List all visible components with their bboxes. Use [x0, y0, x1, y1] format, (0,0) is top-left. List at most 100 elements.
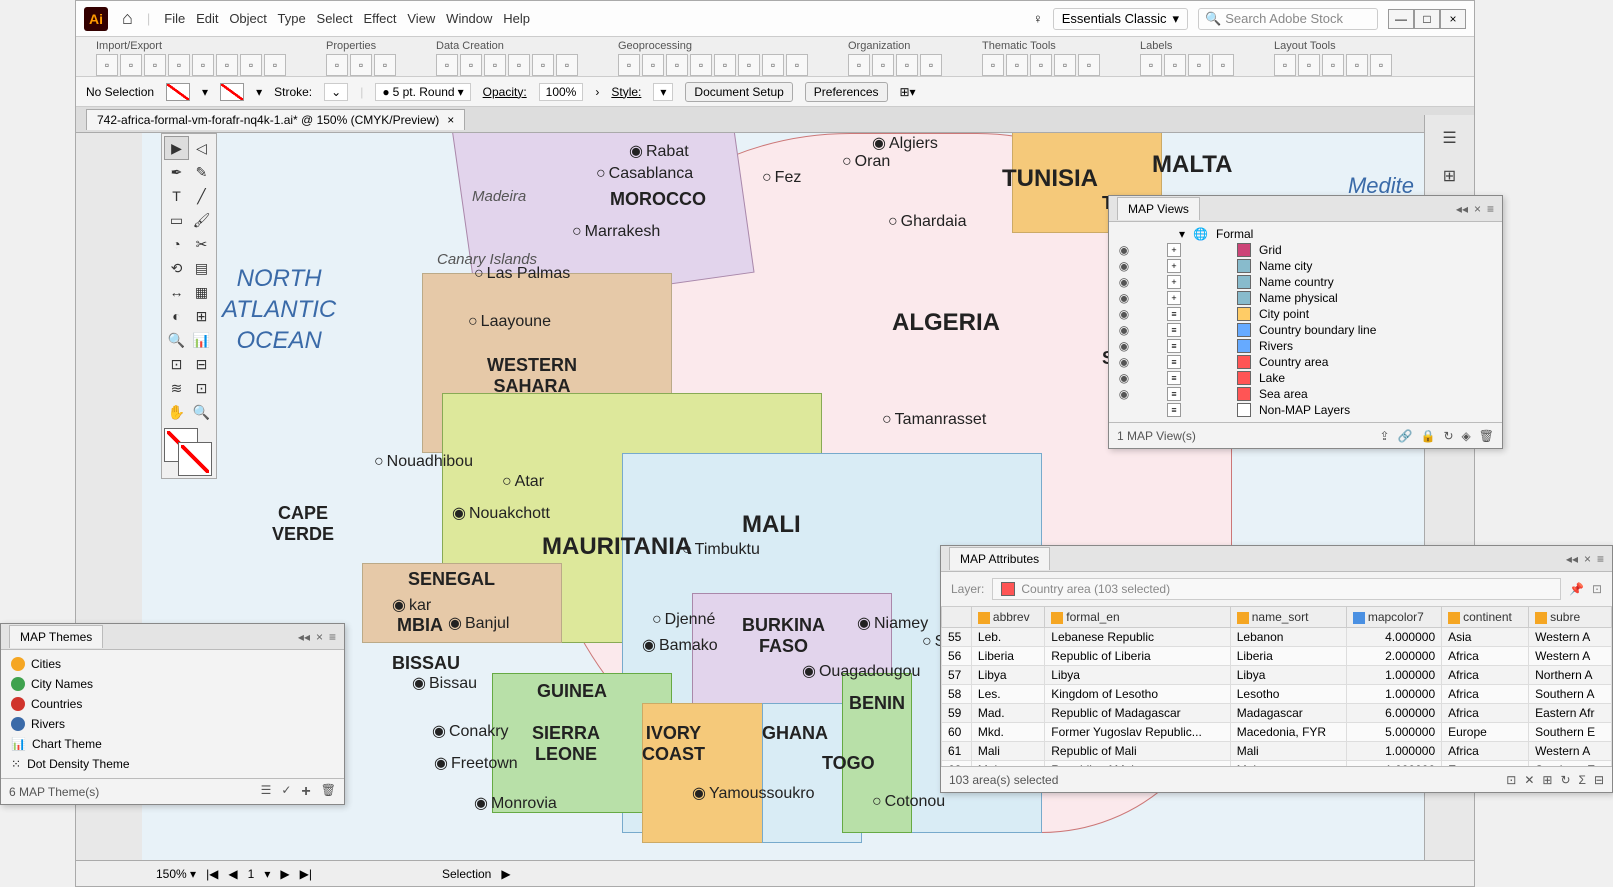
column-header[interactable]: [942, 607, 972, 628]
view-root[interactable]: ▾🌐Formal: [1109, 226, 1502, 242]
expand-icon[interactable]: ≡: [1167, 355, 1181, 369]
toolbar-button[interactable]: ▫: [240, 54, 262, 76]
tool-button[interactable]: ⊞: [189, 304, 214, 328]
panel-tab[interactable]: MAP Views: [1117, 197, 1200, 220]
layer-row[interactable]: ◉≡Lake: [1109, 370, 1502, 386]
workspace-switcher[interactable]: Essentials Classic▾: [1053, 8, 1188, 30]
panel-tab[interactable]: MAP Attributes: [949, 547, 1050, 570]
visibility-icon[interactable]: ◉: [1117, 387, 1131, 401]
tool-icon[interactable]: ⊡: [1506, 773, 1516, 787]
bulb-icon[interactable]: ♀: [1033, 11, 1043, 26]
align-icon[interactable]: ⊞▾: [900, 85, 916, 99]
tool-icon[interactable]: ⊞: [1542, 773, 1552, 787]
tool-button[interactable]: ╱: [189, 184, 214, 208]
expand-icon[interactable]: +: [1167, 291, 1181, 305]
column-header[interactable]: name_sort: [1230, 607, 1346, 628]
table-row[interactable]: 55Leb.Lebanese RepublicLebanon4.000000As…: [942, 628, 1612, 647]
toolbar-button[interactable]: ▫: [216, 54, 238, 76]
nav-first-icon[interactable]: |◀: [206, 867, 218, 881]
toolbar-button[interactable]: ▫: [1140, 54, 1162, 76]
toolbar-button[interactable]: ▫: [1188, 54, 1210, 76]
tool-button[interactable]: ⊟: [189, 352, 214, 376]
table-row[interactable]: 58Les.Kingdom of LesothoLesotho1.000000A…: [942, 685, 1612, 704]
document-tab[interactable]: 742-africa-formal-vm-forafr-nq4k-1.ai* @…: [86, 109, 465, 130]
toolbar-button[interactable]: ▫: [192, 54, 214, 76]
document-setup-button[interactable]: Document Setup: [685, 82, 792, 102]
theme-row[interactable]: City Names: [1, 674, 344, 694]
layer-row[interactable]: ◉+Name city: [1109, 258, 1502, 274]
toolbar-button[interactable]: ▫: [1274, 54, 1296, 76]
toolbar-button[interactable]: ▫: [762, 54, 784, 76]
toolbar-button[interactable]: ▫: [1322, 54, 1344, 76]
new-icon[interactable]: ◈: [1462, 429, 1471, 443]
expand-icon[interactable]: +: [1167, 275, 1181, 289]
visibility-icon[interactable]: ◉: [1117, 323, 1131, 337]
layers-panel-icon[interactable]: ☰: [1437, 125, 1463, 151]
tool-button[interactable]: ▦: [189, 280, 214, 304]
trash-icon[interactable]: 🗑: [1479, 429, 1494, 443]
tool-button[interactable]: 🔍: [189, 400, 214, 424]
tool-button[interactable]: 📊: [189, 328, 214, 352]
tool-button[interactable]: ↔: [164, 280, 189, 304]
tool-button[interactable]: ✋: [164, 400, 189, 424]
expand-icon[interactable]: +: [1167, 259, 1181, 273]
expand-icon[interactable]: ≡: [1167, 387, 1181, 401]
tool-icon[interactable]: Σ: [1579, 773, 1586, 787]
layer-row[interactable]: ◉+Grid: [1109, 242, 1502, 258]
toolbar-button[interactable]: ▫: [1346, 54, 1368, 76]
column-header[interactable]: abbrev: [971, 607, 1044, 628]
attributes-table[interactable]: abbrevformal_enname_sortmapcolor7contine…: [941, 606, 1612, 766]
toolbar-button[interactable]: ▫: [714, 54, 736, 76]
menu-icon[interactable]: ≡: [1597, 552, 1604, 566]
toolbar-button[interactable]: ▫: [484, 54, 506, 76]
chevron-down-icon[interactable]: ▾: [202, 85, 208, 99]
menu-select[interactable]: Select: [317, 11, 353, 26]
fill-swatch[interactable]: [166, 83, 190, 101]
theme-row[interactable]: ⁙Dot Density Theme: [1, 754, 344, 774]
theme-row[interactable]: Cities: [1, 654, 344, 674]
menu-effect[interactable]: Effect: [364, 11, 397, 26]
toolbar-button[interactable]: ▫: [848, 54, 870, 76]
close-icon[interactable]: ×: [1474, 202, 1481, 216]
toolbar-button[interactable]: ▫: [666, 54, 688, 76]
layer-row[interactable]: ≡Non-MAP Layers: [1109, 402, 1502, 418]
menu-type[interactable]: Type: [278, 11, 306, 26]
toolbar-button[interactable]: ▫: [618, 54, 640, 76]
toolbar-button[interactable]: ▫: [642, 54, 664, 76]
layer-row[interactable]: ◉≡Country area: [1109, 354, 1502, 370]
tool-button[interactable]: ⊡: [189, 376, 214, 400]
table-row[interactable]: 57LibyaLibyaLibya1.000000AfricaNorthern …: [942, 666, 1612, 685]
table-row[interactable]: 56LiberiaRepublic of LiberiaLiberia2.000…: [942, 647, 1612, 666]
tool-button[interactable]: ✎: [189, 160, 214, 184]
expand-icon[interactable]: ≡: [1167, 307, 1181, 321]
toolbar-button[interactable]: ▫: [374, 54, 396, 76]
collapse-icon[interactable]: ◂◂: [298, 630, 310, 644]
toolbar-button[interactable]: ▫: [144, 54, 166, 76]
toolbar-button[interactable]: ▫: [350, 54, 372, 76]
table-row[interactable]: 61MaliRepublic of MaliMali1.000000Africa…: [942, 742, 1612, 761]
toolbar-button[interactable]: ▫: [786, 54, 808, 76]
visibility-icon[interactable]: ◉: [1117, 371, 1131, 385]
table-row[interactable]: 59Mad.Republic of MadagascarMadagascar6.…: [942, 704, 1612, 723]
visibility-icon[interactable]: ◉: [1117, 355, 1131, 369]
toolbar-button[interactable]: ▫: [1030, 54, 1052, 76]
layer-row[interactable]: ◉≡City point: [1109, 306, 1502, 322]
toolbar-button[interactable]: ▫: [1054, 54, 1076, 76]
expand-icon[interactable]: ≡: [1167, 323, 1181, 337]
toolbar-button[interactable]: ▫: [1212, 54, 1234, 76]
check-icon[interactable]: ✓: [281, 783, 291, 801]
nav-prev-icon[interactable]: ◀: [228, 867, 237, 881]
column-header[interactable]: subre: [1529, 607, 1612, 628]
table-row[interactable]: 60Mkd.Former Yugoslav Republic...Macedon…: [942, 723, 1612, 742]
tool-button[interactable]: ◁: [189, 136, 214, 160]
toolbar-button[interactable]: ▫: [982, 54, 1004, 76]
trash-icon[interactable]: 🗑: [321, 783, 336, 801]
theme-row[interactable]: Rivers: [1, 714, 344, 734]
tool-button[interactable]: ▶: [164, 136, 189, 160]
zoom-input[interactable]: 150% ▾: [156, 867, 196, 881]
add-icon[interactable]: +: [301, 783, 310, 801]
menu-icon[interactable]: ≡: [329, 630, 336, 644]
menu-window[interactable]: Window: [446, 11, 492, 26]
collapse-icon[interactable]: ◂◂: [1456, 202, 1468, 216]
toolbar-button[interactable]: ▫: [690, 54, 712, 76]
